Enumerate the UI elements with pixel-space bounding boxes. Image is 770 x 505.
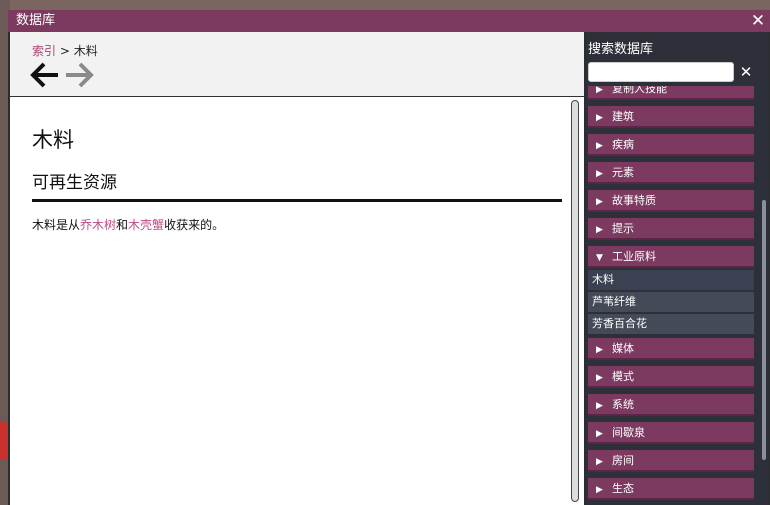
clear-search-icon[interactable]: ✕ [736, 62, 756, 82]
article-content: 木料 可再生资源 木料是从乔木树和木壳蟹收获来的。 [32, 124, 562, 233]
search-sidebar: 搜索数据库 ✕ ▶ 复制人技能 ▶ 建筑 ▶ 疾病 ▶ 元素 ▶ 故事特质 ▶ 提示 ▼ 工业… [586, 32, 768, 505]
triangle-right-icon: ▶ [596, 345, 603, 355]
subitem-wood[interactable]: 木料 [588, 270, 754, 290]
search-label: 搜索数据库 [588, 42, 654, 57]
article-title: 木料 [32, 128, 74, 152]
category-item[interactable]: ▶ 故事特质 [588, 190, 754, 212]
triangle-right-icon: ▶ [596, 225, 603, 235]
category-item[interactable]: ▶ 媒体 [588, 338, 754, 360]
category-item[interactable]: ▶ 间歇泉 [588, 422, 754, 444]
category-item[interactable]: ▶ 建筑 [588, 106, 754, 128]
breadcrumb-separator: > [56, 44, 74, 58]
triangle-down-icon: ▼ [596, 253, 603, 263]
article-scrollbar[interactable] [571, 100, 579, 502]
body-text-suffix: 收获来的。 [164, 218, 225, 232]
article-subtitle: 可再生资源 [32, 168, 562, 202]
category-list: ▶ 复制人技能 ▶ 建筑 ▶ 疾病 ▶ 元素 ▶ 故事特质 ▶ 提示 ▼ 工业原料 木料 芦苇… [588, 86, 754, 505]
forward-arrow-icon[interactable] [64, 62, 94, 93]
background-scene-top [0, 0, 770, 10]
article-body: 木料是从乔木树和木壳蟹收获来的。 [32, 216, 562, 233]
body-text-prefix: 木料是从 [32, 218, 81, 232]
link-shell-crab[interactable]: 木壳蟹 [128, 218, 164, 232]
category-item[interactable]: ▶ 生态 [588, 478, 754, 500]
triangle-right-icon: ▶ [596, 401, 603, 411]
triangle-right-icon: ▶ [596, 86, 603, 95]
triangle-right-icon: ▶ [596, 485, 603, 495]
back-arrow-icon[interactable] [30, 62, 60, 93]
breadcrumb: 索引 > 木料 [32, 42, 98, 59]
triangle-right-icon: ▶ [596, 429, 603, 439]
window-titlebar: 数据库 [8, 10, 770, 32]
category-item[interactable]: ▶ 复制人技能 [588, 86, 754, 100]
subitem-lily[interactable]: 芳香百合花 [588, 314, 754, 334]
triangle-right-icon: ▶ [596, 373, 603, 383]
category-item[interactable]: ▶ 模式 [588, 366, 754, 388]
category-item[interactable]: ▶ 提示 [588, 218, 754, 240]
breadcrumb-link-index[interactable]: 索引 [32, 44, 56, 58]
nav-header: 索引 > 木料 [10, 32, 584, 97]
breadcrumb-current: 木料 [73, 44, 98, 58]
article-panel: 索引 > 木料 木料 可再生资源 木料是从乔木树和木壳蟹收获来的。 [10, 32, 584, 505]
triangle-right-icon: ▶ [596, 141, 603, 151]
sidebar-scrollbar[interactable] [762, 200, 766, 460]
category-item[interactable]: ▶ 系统 [588, 394, 754, 416]
triangle-right-icon: ▶ [596, 197, 603, 207]
category-item-expanded[interactable]: ▼ 工业原料 [588, 246, 754, 268]
link-arbor-tree[interactable]: 乔木树 [80, 218, 116, 232]
body-text-mid: 和 [116, 218, 129, 232]
subitem-reed-fiber[interactable]: 芦苇纤维 [588, 292, 754, 312]
category-item[interactable]: ▶ 房间 [588, 450, 754, 472]
close-icon[interactable]: ✕ [748, 11, 768, 31]
database-window: 数据库 ✕ 索引 > 木料 木料 可再生资源 木料是从乔木树和木壳蟹收获来的。 … [8, 10, 770, 505]
triangle-right-icon: ▶ [596, 169, 603, 179]
side-marker [0, 422, 8, 460]
window-title: 数据库 [16, 13, 56, 28]
triangle-right-icon: ▶ [596, 113, 603, 123]
triangle-right-icon: ▶ [596, 457, 603, 467]
search-input[interactable] [588, 62, 734, 82]
category-item[interactable]: ▶ 疾病 [588, 134, 754, 156]
category-item[interactable]: ▶ 元素 [588, 162, 754, 184]
